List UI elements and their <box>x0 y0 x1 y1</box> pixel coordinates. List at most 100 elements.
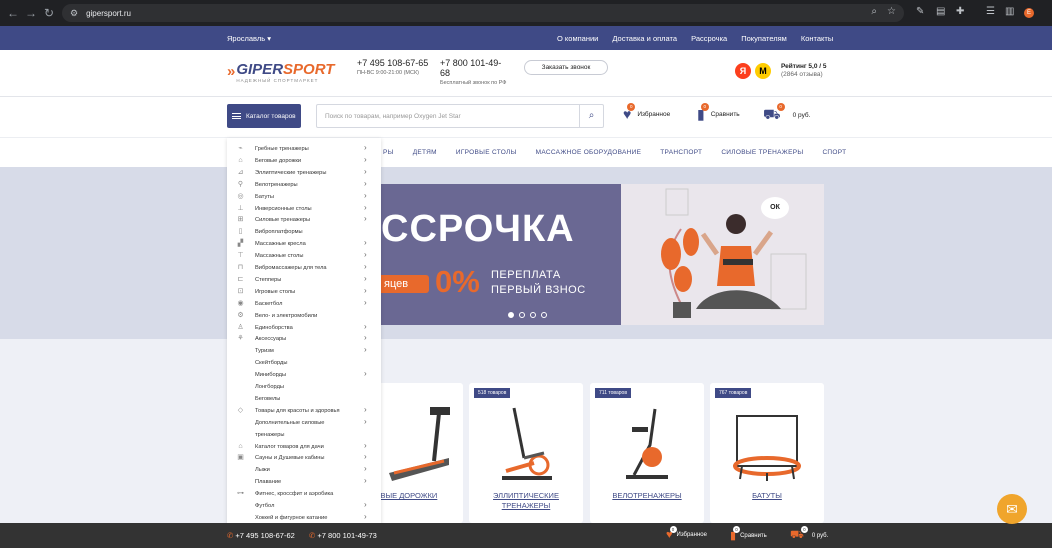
catalog-menu-item[interactable]: ⊓ Вибромассажеры для тела › <box>227 262 381 274</box>
product-card-title[interactable]: ВЕЛОТРЕНАЖЕРЫ <box>590 491 704 501</box>
catalog-menu-item[interactable]: ◇ Товары для красоты и здоровья › <box>227 405 381 417</box>
catalog-menu-item[interactable]: ⊡ Игровые столы › <box>227 286 381 298</box>
product-card-title[interactable]: БАТУТЫ <box>710 491 824 501</box>
favorites-link[interactable]: ♥ 0 Избранное <box>623 103 670 122</box>
promo-banner[interactable]: ОК ССРОЧКА яцев 0% ПЕРЕПЛАТА ПЕРВЫЙ ВЗНОС <box>381 184 824 325</box>
catnav-item[interactable]: ИГРОВЫЕ СТОЛЫ <box>456 149 517 156</box>
banner-subtext: ПЕРЕПЛАТА ПЕРВЫЙ ВЗНОС <box>491 269 586 296</box>
reading-list-icon[interactable]: ☰ <box>986 6 995 17</box>
catalog-menu-item[interactable]: ⚲ Велотренажеры › <box>227 179 381 191</box>
catnav-item[interactable]: ДЕТЯМ <box>413 149 437 156</box>
back-icon[interactable]: ← <box>4 6 22 20</box>
catalog-menu-item[interactable]: Лонгборды <box>227 381 381 393</box>
rating-block[interactable]: Я M Рейтинг 5,0 / 5 (2864 отзыва) <box>735 63 826 79</box>
product-card-ellipticals[interactable]: 518 товаров ЭЛЛИПТИЧЕСКИЕ ТРЕНАЖЕРЫ <box>469 383 583 523</box>
product-card-title[interactable]: ЭЛЛИПТИЧЕСКИЕ ТРЕНАЖЕРЫ <box>469 491 583 511</box>
profile-avatar[interactable]: E <box>1024 8 1034 18</box>
bottom-compare[interactable]: ▮ 0 Сравнить <box>730 526 767 542</box>
catalog-menu-item[interactable]: ⊥ Инверсионные столы › <box>227 203 381 215</box>
link-delivery[interactable]: Доставка и оплата <box>612 34 677 43</box>
catalog-menu-item[interactable]: ◎ Батуты › <box>227 191 381 203</box>
chevron-right-icon: › <box>364 297 367 307</box>
catnav-item[interactable]: МАССАЖНОЕ ОБОРУДОВАНИЕ <box>536 149 642 156</box>
catalog-menu-item[interactable]: ▣ Сауны и Душевые кабины › <box>227 452 381 464</box>
extensions-puzzle-icon[interactable]: ✚ <box>956 6 964 17</box>
banner-text-area: ССРОЧКА яцев 0% ПЕРЕПЛАТА ПЕРВЫЙ ВЗНОС <box>381 184 621 325</box>
catalog-menu-item[interactable]: Лыжи › <box>227 464 381 476</box>
link-contacts[interactable]: Контакты <box>801 34 833 43</box>
bottom-favorites[interactable]: ♥ 0 Избранное <box>666 526 707 541</box>
catalog-menu-item[interactable]: ⌂ Каталог товаров для дачи › <box>227 441 381 453</box>
bookmark-star-icon[interactable]: ☆ <box>887 6 896 17</box>
catalog-menu-item[interactable]: ▯ Виброплатформы <box>227 226 381 238</box>
catalog-menu-item[interactable]: Скейтборды <box>227 357 381 369</box>
carousel-dot[interactable] <box>530 312 536 318</box>
catalog-menu-item[interactable]: ⊤ Массажные столы › <box>227 250 381 262</box>
catalog-menu-item[interactable]: ⌁ Гребные тренажеры › <box>227 143 381 155</box>
catalog-menu-label: Вибромассажеры для тела <box>255 265 327 271</box>
catalog-menu-item[interactable]: ⊿ Эллиптические тренажеры › <box>227 167 381 179</box>
product-card-exercise-bikes[interactable]: 711 товаров ВЕЛОТРЕНАЖЕРЫ <box>590 383 704 523</box>
sidebar-icon[interactable]: ▥ <box>1005 6 1014 17</box>
chevron-right-icon: › <box>364 262 367 271</box>
catalog-menu-item[interactable]: Дополнительные силовые › <box>227 417 381 429</box>
catalog-menu-item[interactable]: ▞ Массажные кресла › <box>227 238 381 250</box>
catnav-item[interactable]: СПОРТ <box>822 149 846 156</box>
link-customers[interactable]: Покупателям <box>741 34 787 43</box>
phone-2[interactable]: +7 800 101-49-68 <box>440 58 510 78</box>
catalog-menu-item[interactable]: ⚙ Вело- и электромобили <box>227 310 381 322</box>
banner-illustration: ОК <box>621 184 824 325</box>
site-logo[interactable]: » GIPERSPORT НАДЕЖНЫЙ СПОРТМАРКЕТ <box>227 62 334 83</box>
reload-icon[interactable]: ↻ <box>40 6 58 20</box>
phone-1[interactable]: +7 495 108-67-65 <box>357 58 428 68</box>
link-about[interactable]: О компании <box>557 34 598 43</box>
address-bar[interactable]: ⚙ gipersport.ru ⌕ ☆ <box>62 4 904 22</box>
category-icon: ⊏ <box>237 275 244 283</box>
compare-bars-icon: ▮ 0 <box>697 103 709 123</box>
callback-button[interactable]: Заказать звонок <box>524 60 608 75</box>
catnav-item[interactable]: РЫ <box>383 149 394 156</box>
catalog-menu-item[interactable]: ⌂ Беговые дорожки › <box>227 155 381 167</box>
bottom-cart[interactable]: ⛟ 0 0 руб. <box>790 526 828 543</box>
compare-link[interactable]: ▮ 0 Сравнить <box>697 103 740 123</box>
forward-icon[interactable]: → <box>22 6 40 20</box>
chat-widget-button[interactable]: ✉ <box>997 494 1027 524</box>
search-icon[interactable]: ⌕ <box>579 105 603 127</box>
product-count-badge: 711 товаров <box>595 388 631 398</box>
catalog-menu-label: Фитнес, кроссфит и аэробика <box>255 491 334 498</box>
catalog-menu-item[interactable]: ⊶ Фитнес, кроссфит и аэробика <box>227 488 381 500</box>
catnav-item[interactable]: ТРАНСПОРТ <box>660 149 702 156</box>
catnav-item[interactable]: СИЛОВЫЕ ТРЕНАЖЕРЫ <box>721 149 803 156</box>
carousel-dot[interactable] <box>519 312 525 318</box>
bottom-phone-2[interactable]: ✆ +7 800 101-49-73 <box>309 531 377 540</box>
catalog-menu-item[interactable]: ◉ Баскетбол › <box>227 298 381 310</box>
chevron-right-icon: › <box>364 476 367 486</box>
carousel-dot[interactable] <box>508 312 514 318</box>
product-card-trampolines[interactable]: 767 товаров БАТУТЫ <box>710 383 824 523</box>
catalog-menu-item[interactable]: ⊞ Силовые тренажеры › <box>227 214 381 226</box>
catalog-button[interactable]: Каталог товаров <box>227 104 301 128</box>
chevron-right-icon: › <box>364 178 367 188</box>
catalog-menu-item[interactable]: Беговелы <box>227 393 381 405</box>
zoom-icon[interactable]: ⌕ <box>871 6 877 17</box>
city-selector[interactable]: Ярославль ▾ <box>227 34 271 43</box>
extension-translate-icon[interactable]: ▤ <box>936 6 945 17</box>
carousel-dot[interactable] <box>541 312 547 318</box>
cart-link[interactable]: ⛟ 0 0 руб. <box>763 103 810 125</box>
category-icon <box>235 346 246 355</box>
catalog-menu-item[interactable]: Футбол › <box>227 500 381 512</box>
catalog-menu-item[interactable]: Миниборды › <box>227 369 381 381</box>
site-info-icon[interactable]: ⚙ <box>70 8 78 19</box>
category-icon: ⚙ <box>237 311 244 319</box>
catalog-menu-item[interactable]: ⚘ Аксессуары › <box>227 333 381 345</box>
search-input[interactable]: Поиск по товарам, например Oxygen Jet St… <box>316 104 604 128</box>
category-icon: ⊓ <box>237 264 244 271</box>
catalog-menu-item[interactable]: Плавание › <box>227 476 381 488</box>
extension-pen-icon[interactable]: ✎ <box>916 6 924 17</box>
bottom-phone-1[interactable]: ✆ +7 495 108-67-62 <box>227 531 295 540</box>
link-installment[interactable]: Рассрочка <box>691 34 727 43</box>
catalog-menu-item[interactable]: Туризм › <box>227 345 381 357</box>
catalog-menu-item[interactable]: ⊏ Степперы › <box>227 274 381 286</box>
catalog-menu-item[interactable]: ♙ Единоборства › <box>227 322 381 334</box>
catalog-menu-item[interactable]: тренажеры <box>227 429 381 441</box>
